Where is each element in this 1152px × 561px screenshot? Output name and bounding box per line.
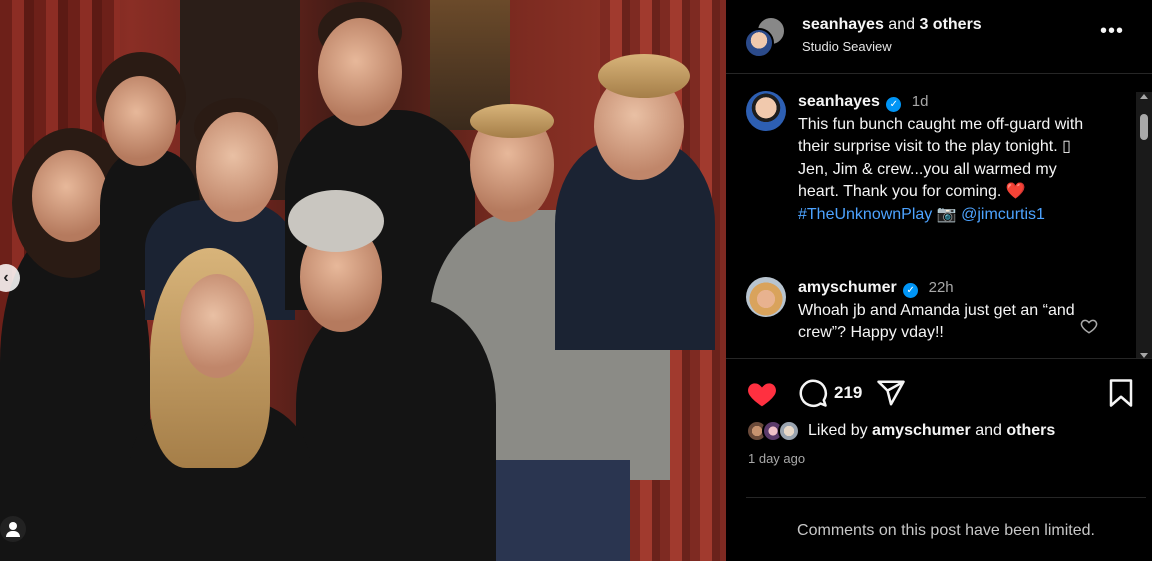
person-hair — [598, 54, 690, 98]
avatar — [778, 420, 800, 442]
comment-username[interactable]: amyschumer — [798, 279, 897, 296]
hashtag-link[interactable]: #TheUnknownPlay — [798, 206, 932, 223]
like-comment-icon[interactable] — [1080, 317, 1098, 335]
comment-body: Whoah jb and Amanda just get an “and cre… — [798, 301, 1075, 342]
person-hair — [288, 190, 384, 252]
post-authors: seanhayes and 3 others — [802, 16, 982, 34]
caption: seanhayes ✓ 1d This fun bunch caught me … — [746, 91, 1116, 251]
person-face — [180, 274, 254, 378]
location-link[interactable]: Studio Seaview — [802, 39, 892, 54]
camera-emoji: 📷 — [932, 205, 962, 223]
person-face — [318, 18, 402, 126]
liked-by-avatars — [746, 420, 804, 442]
comment-text: amyschumer ✓ 22h Whoah jb and Amanda jus… — [798, 277, 1098, 345]
avatar[interactable] — [746, 91, 786, 131]
tagged-users-icon[interactable] — [0, 516, 26, 542]
share-icon[interactable] — [876, 378, 906, 408]
comment-icon[interactable] — [798, 378, 828, 408]
avatar[interactable] — [746, 277, 786, 317]
and-text: and — [888, 16, 915, 33]
caption-username[interactable]: seanhayes — [798, 93, 880, 110]
liked-by: Liked by amyschumer and others — [746, 418, 1055, 444]
collab-avatars[interactable] — [744, 16, 788, 60]
comment-time[interactable]: 22h — [929, 279, 954, 296]
verified-badge-icon: ✓ — [903, 283, 919, 298]
caption-text: seanhayes ✓ 1d This fun bunch caught me … — [798, 91, 1098, 227]
scroll-thumb[interactable] — [1140, 114, 1148, 140]
person-face — [196, 112, 278, 222]
comment-item: amyschumer ✓ 22h Whoah jb and Amanda jus… — [746, 277, 1116, 357]
liked-by-others-link[interactable]: others — [1006, 422, 1055, 440]
avatar — [744, 28, 774, 58]
others-link[interactable]: 3 others — [919, 16, 981, 33]
person-jeans — [490, 460, 630, 561]
person-hair — [470, 104, 554, 138]
comments-limited-notice: Comments on this post have been limited. — [746, 497, 1146, 561]
liked-by-prefix: Liked by — [808, 422, 868, 439]
caption-time[interactable]: 1d — [912, 93, 929, 110]
author-username-link[interactable]: seanhayes — [802, 16, 884, 33]
post-photo[interactable]: ‹ — [0, 0, 726, 561]
liked-by-user-link[interactable]: amyschumer — [872, 422, 971, 440]
post-header: seanhayes and 3 others Studio Seaview ••… — [726, 0, 1152, 74]
bookmark-icon[interactable] — [1108, 378, 1134, 408]
person-body — [296, 300, 496, 561]
comments-section: seanhayes ✓ 1d This fun bunch caught me … — [726, 75, 1152, 359]
heart-emoji: ❤️ — [1005, 183, 1026, 201]
liked-by-and: and — [975, 422, 1002, 439]
comments-scrollbar[interactable] — [1136, 92, 1152, 358]
scroll-down-arrow-icon[interactable] — [1140, 353, 1148, 358]
scroll-up-arrow-icon[interactable] — [1140, 94, 1148, 99]
heart-filled-icon[interactable] — [746, 378, 778, 408]
post-actions: 219 — [746, 372, 1136, 412]
person-face — [32, 150, 108, 242]
more-options-icon[interactable]: ••• — [1100, 21, 1124, 41]
person-face — [104, 76, 176, 166]
like-count[interactable]: 219 — [834, 383, 862, 403]
post-date[interactable]: 1 day ago — [748, 451, 805, 466]
verified-badge-icon: ✓ — [886, 97, 902, 112]
post-details-panel: seanhayes and 3 others Studio Seaview ••… — [726, 0, 1152, 561]
mention-link[interactable]: @jimcurtis1 — [961, 206, 1045, 223]
caption-body: This fun bunch caught me off-guard with … — [798, 115, 1084, 201]
